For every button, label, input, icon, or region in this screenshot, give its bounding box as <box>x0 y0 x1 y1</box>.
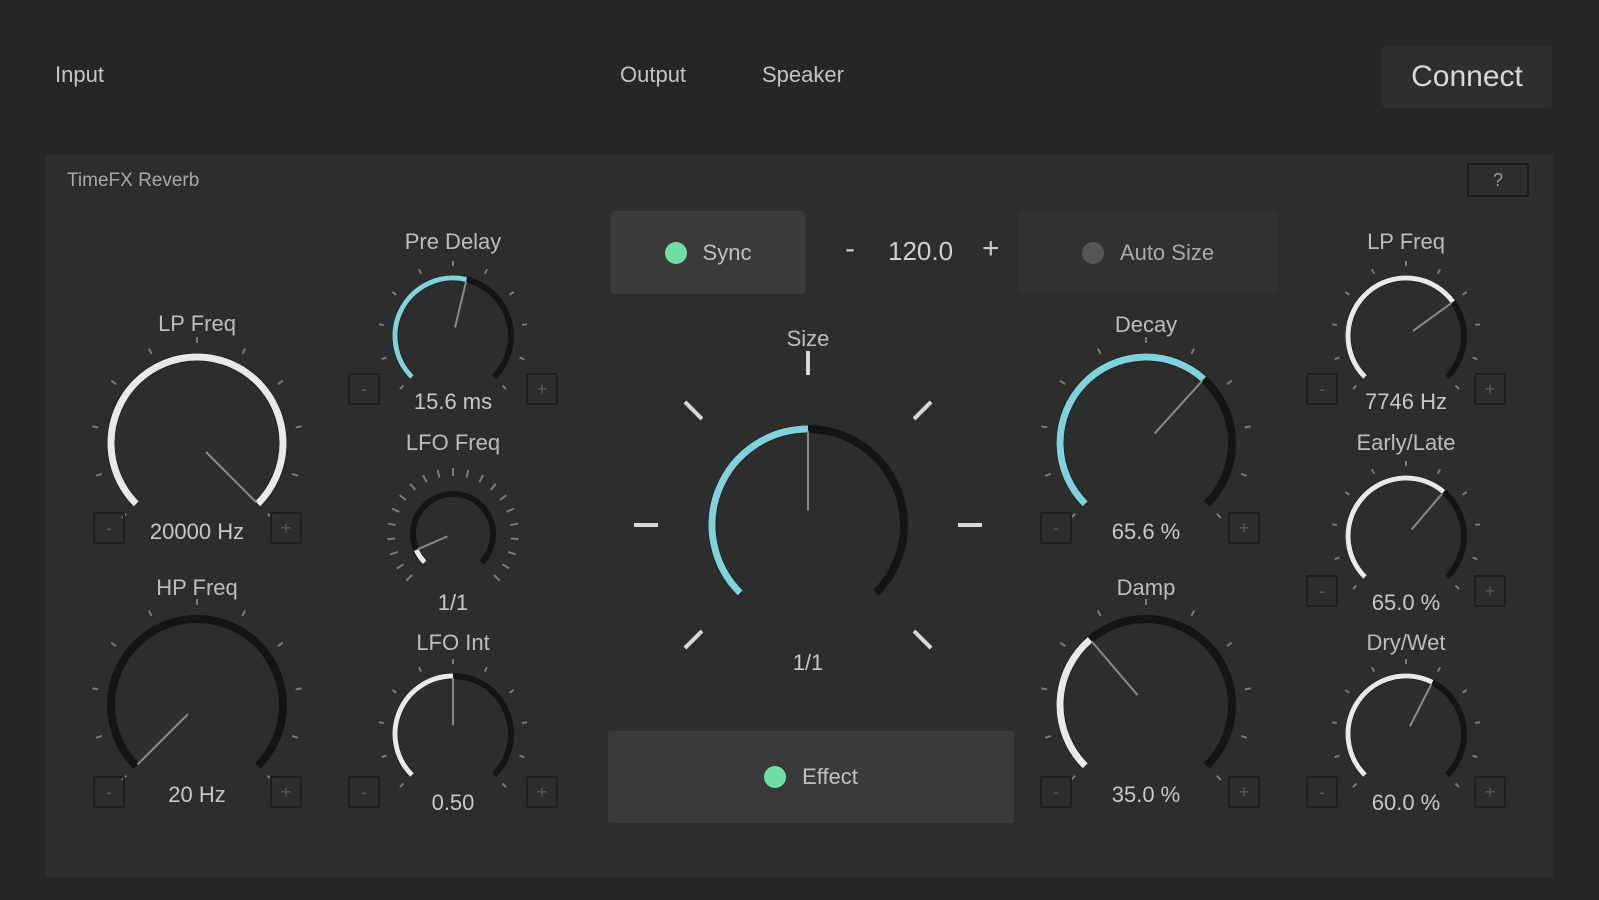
plugin-title: TimeFX Reverb <box>67 170 200 191</box>
lfo-int-minus-button[interactable]: - <box>348 776 380 808</box>
pre-delay-knob[interactable] <box>395 278 511 394</box>
dry-wet-plus-button[interactable]: + <box>1474 776 1506 808</box>
lp-freq-left-minus-button[interactable]: - <box>93 512 125 544</box>
output-tab[interactable]: Output <box>620 62 686 88</box>
decay-plus-button[interactable]: + <box>1228 512 1260 544</box>
led-indicator-icon <box>1081 241 1104 264</box>
auto-size-label: Auto Size <box>1119 239 1215 265</box>
dry-wet-value: 60.0 % <box>1371 790 1441 815</box>
hp-freq-knob[interactable] <box>111 619 283 791</box>
lfo-int-value: 0.50 <box>431 790 475 815</box>
damp-minus-button[interactable]: - <box>1040 776 1072 808</box>
size-knob[interactable] <box>710 427 906 623</box>
damp-knob[interactable] <box>1060 619 1232 791</box>
lp-freq-right-minus-button[interactable]: - <box>1306 373 1338 405</box>
pre-delay-minus-button[interactable]: - <box>348 373 380 405</box>
lfo-int-label: LFO Int <box>416 630 490 655</box>
auto-size-toggle[interactable]: Auto Size <box>1018 211 1278 294</box>
dry-wet-label: Dry/Wet <box>1366 630 1446 655</box>
dry-wet-minus-button[interactable]: - <box>1306 776 1338 808</box>
led-indicator-icon <box>664 241 687 264</box>
top-bar: Input Output Speaker Connect <box>0 0 1599 150</box>
decay-label: Decay <box>1114 312 1178 337</box>
size-label: Size <box>786 326 830 351</box>
tempo-increase-button[interactable]: + <box>982 232 1000 266</box>
tempo-value[interactable]: 120.0 <box>888 236 953 267</box>
lp-freq-right-plus-button[interactable]: + <box>1474 373 1506 405</box>
sync-toggle[interactable]: Sync <box>611 211 805 294</box>
damp-plus-button[interactable]: + <box>1228 776 1260 808</box>
hp-freq-minus-button[interactable]: - <box>93 776 125 808</box>
damp-label: Damp <box>1116 575 1176 600</box>
early-late-label: Early/Late <box>1356 430 1456 455</box>
led-indicator-icon <box>764 766 787 788</box>
tempo-decrease-button[interactable]: - <box>845 232 855 266</box>
help-button[interactable]: ? <box>1467 163 1529 197</box>
lp-freq-left-label: LP Freq <box>158 311 236 336</box>
effect-label: Effect <box>802 764 858 789</box>
pre-delay-label: Pre Delay <box>404 229 502 254</box>
lp-freq-right-label: LP Freq <box>1367 229 1445 254</box>
dry-wet-knob[interactable] <box>1348 676 1464 792</box>
decay-knob[interactable] <box>1060 357 1232 529</box>
early-late-minus-button[interactable]: - <box>1306 575 1338 607</box>
effect-toggle[interactable]: Effect <box>608 731 1014 823</box>
lp-freq-left-plus-button[interactable]: + <box>270 512 302 544</box>
lfo-freq-label: LFO Freq <box>405 430 501 455</box>
hp-freq-label: HP Freq <box>156 575 238 600</box>
speaker-tab[interactable]: Speaker <box>762 62 844 88</box>
lfo-int-knob[interactable] <box>395 676 511 792</box>
lfo-freq-value: 1/1 <box>437 590 469 615</box>
lp-freq-right-knob[interactable] <box>1348 278 1464 394</box>
connect-button[interactable]: Connect <box>1382 46 1552 108</box>
decay-minus-button[interactable]: - <box>1040 512 1072 544</box>
lfo-int-plus-button[interactable]: + <box>526 776 558 808</box>
input-tab[interactable]: Input <box>55 62 104 88</box>
size-value: 1/1 <box>792 650 824 675</box>
lp-freq-left-knob[interactable] <box>111 357 283 529</box>
hp-freq-plus-button[interactable]: + <box>270 776 302 808</box>
sync-label: Sync <box>702 239 752 265</box>
lfo-freq-knob[interactable] <box>409 490 497 578</box>
pre-delay-plus-button[interactable]: + <box>526 373 558 405</box>
early-late-knob[interactable] <box>1348 478 1464 594</box>
early-late-plus-button[interactable]: + <box>1474 575 1506 607</box>
